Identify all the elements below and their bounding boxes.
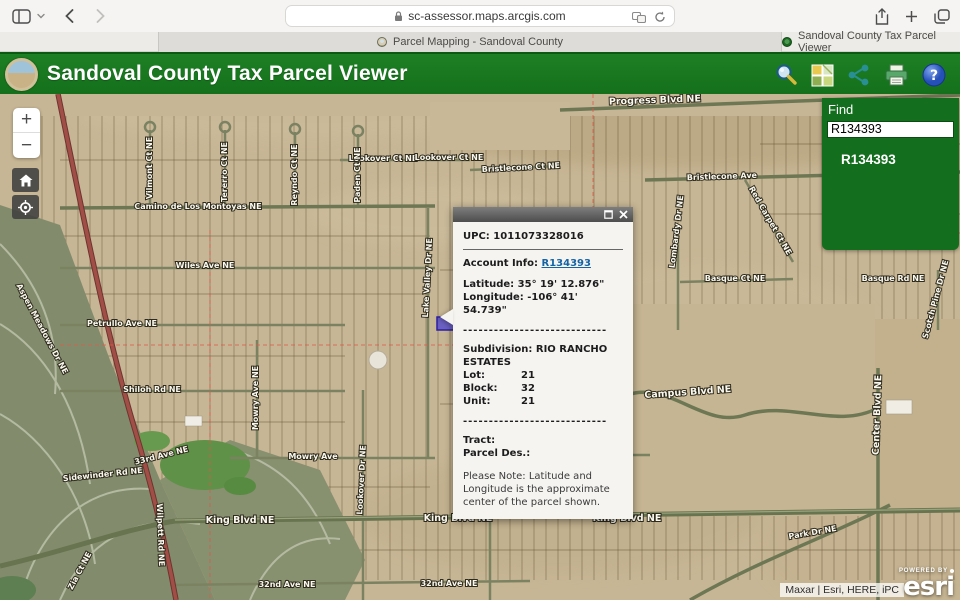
- reload-icon[interactable]: [654, 11, 666, 23]
- find-result-item[interactable]: R134393: [841, 152, 954, 167]
- divider-line: [463, 249, 623, 250]
- street-label: 32nd Ave NE: [421, 579, 478, 588]
- unit-row: Unit:21: [463, 395, 623, 408]
- app-header: Sandoval County Tax Parcel Viewer ?: [0, 52, 960, 94]
- popup-note: Please Note: Latitude and Longitude is t…: [463, 470, 623, 509]
- upc-line: UPC: 1011073328016: [463, 230, 623, 243]
- popup-callout-arrow: [440, 309, 453, 325]
- lot-row: Lot:21: [463, 369, 623, 382]
- locate-button[interactable]: [12, 195, 39, 219]
- street-label: Vilmont Ct NE: [145, 137, 154, 199]
- close-icon[interactable]: [619, 210, 628, 219]
- street-label: Mowry Ave: [288, 452, 338, 461]
- parcel-info-popup: UPC: 1011073328016 Account Info: R134393…: [453, 207, 633, 519]
- tab-bar: Parcel Mapping - Sandoval County Sandova…: [0, 32, 960, 52]
- page-title: Sandoval County Tax Parcel Viewer: [47, 62, 408, 86]
- chevron-down-icon[interactable]: [37, 13, 45, 19]
- street-label: Shiloh Rd NE: [123, 385, 181, 394]
- street-label: Tererro Ct NE: [220, 142, 229, 202]
- tab-label: Parcel Mapping - Sandoval County: [393, 36, 563, 48]
- street-label: Basque Ct NE: [705, 274, 766, 283]
- translate-icon[interactable]: [632, 12, 646, 23]
- share-icon[interactable]: [847, 64, 871, 86]
- url-text: sc-assessor.maps.arcgis.com: [408, 9, 565, 23]
- question-glyph: ?: [930, 68, 938, 84]
- tab-parcel-mapping[interactable]: Parcel Mapping - Sandoval County: [158, 32, 782, 52]
- tab-favicon: [782, 37, 792, 47]
- latitude-line: Latitude: 35° 19' 12.876": [463, 278, 623, 291]
- zoom-control: + −: [13, 108, 40, 158]
- zoom-in-button[interactable]: +: [13, 108, 40, 133]
- tract-line: Tract:: [463, 434, 623, 447]
- find-panel: Find R134393: [822, 98, 959, 250]
- street-label: Paden Ct NE: [353, 147, 362, 202]
- esri-wordmark: esri: [899, 574, 954, 600]
- maximize-icon[interactable]: [604, 210, 613, 219]
- basemap-gallery-icon[interactable]: [811, 64, 834, 87]
- street-label: Wiles Ave NE: [176, 261, 235, 270]
- dashed-separator: ----------------------------: [463, 415, 623, 428]
- block-row: Block:32: [463, 382, 623, 395]
- street-label: Basque Rd NE: [862, 274, 925, 283]
- home-icon: [19, 174, 33, 187]
- street-label: 32nd Ave NE: [259, 580, 316, 589]
- tab-tax-parcel-viewer[interactable]: Sandoval County Tax Parcel Viewer: [782, 32, 960, 52]
- browser-toolbar: sc-assessor.maps.arcgis.com: [0, 0, 960, 32]
- street-label: Camino de Los Montoyas NE: [134, 202, 261, 211]
- sidebar-toggle-icon[interactable]: [12, 9, 31, 24]
- esri-logo: POWERED BY esri: [899, 568, 954, 600]
- back-icon[interactable]: [65, 9, 74, 23]
- tab-label: Sandoval County Tax Parcel Viewer: [798, 30, 960, 54]
- find-label: Find: [828, 102, 954, 117]
- forward-icon[interactable]: [96, 9, 105, 23]
- dashed-separator: ----------------------------: [463, 324, 623, 337]
- share-upload-icon[interactable]: [875, 8, 889, 25]
- map-container: Progress Blvd NELookover Ct NELookover C…: [0, 94, 960, 600]
- tab-favicon: [377, 37, 387, 47]
- subdivision-line: Subdivision: RIO RANCHO ESTATES: [463, 343, 623, 369]
- account-line: Account Info: R134393: [463, 257, 623, 270]
- street-label: Reyndo Ct NE: [290, 144, 299, 205]
- tab-overview-icon[interactable]: [934, 9, 950, 24]
- search-icon[interactable]: [774, 63, 798, 87]
- longitude-line: Longitude: -106° 41' 54.739": [463, 291, 623, 317]
- print-icon[interactable]: [884, 64, 909, 87]
- find-input[interactable]: [827, 121, 954, 138]
- zoom-out-button[interactable]: −: [13, 133, 40, 158]
- url-bar[interactable]: sc-assessor.maps.arcgis.com: [285, 5, 675, 27]
- county-seal-logo: [5, 58, 38, 91]
- street-label: Petrullo Ave NE: [87, 319, 157, 328]
- map-attribution: Maxar | Esri, HERE, iPC: [780, 583, 904, 597]
- parcel-des-line: Parcel Des.:: [463, 447, 623, 460]
- street-label: Lookover Ct NE: [415, 153, 484, 162]
- street-label: Mowry Ave NE: [251, 366, 260, 430]
- lock-icon: [394, 11, 403, 22]
- locate-icon: [18, 200, 33, 215]
- popup-titlebar: [453, 207, 633, 222]
- help-icon[interactable]: ?: [922, 63, 946, 87]
- home-button[interactable]: [12, 168, 39, 192]
- street-label: King Blvd NE: [206, 515, 275, 526]
- new-tab-icon[interactable]: [905, 10, 918, 23]
- account-link[interactable]: R134393: [542, 258, 591, 269]
